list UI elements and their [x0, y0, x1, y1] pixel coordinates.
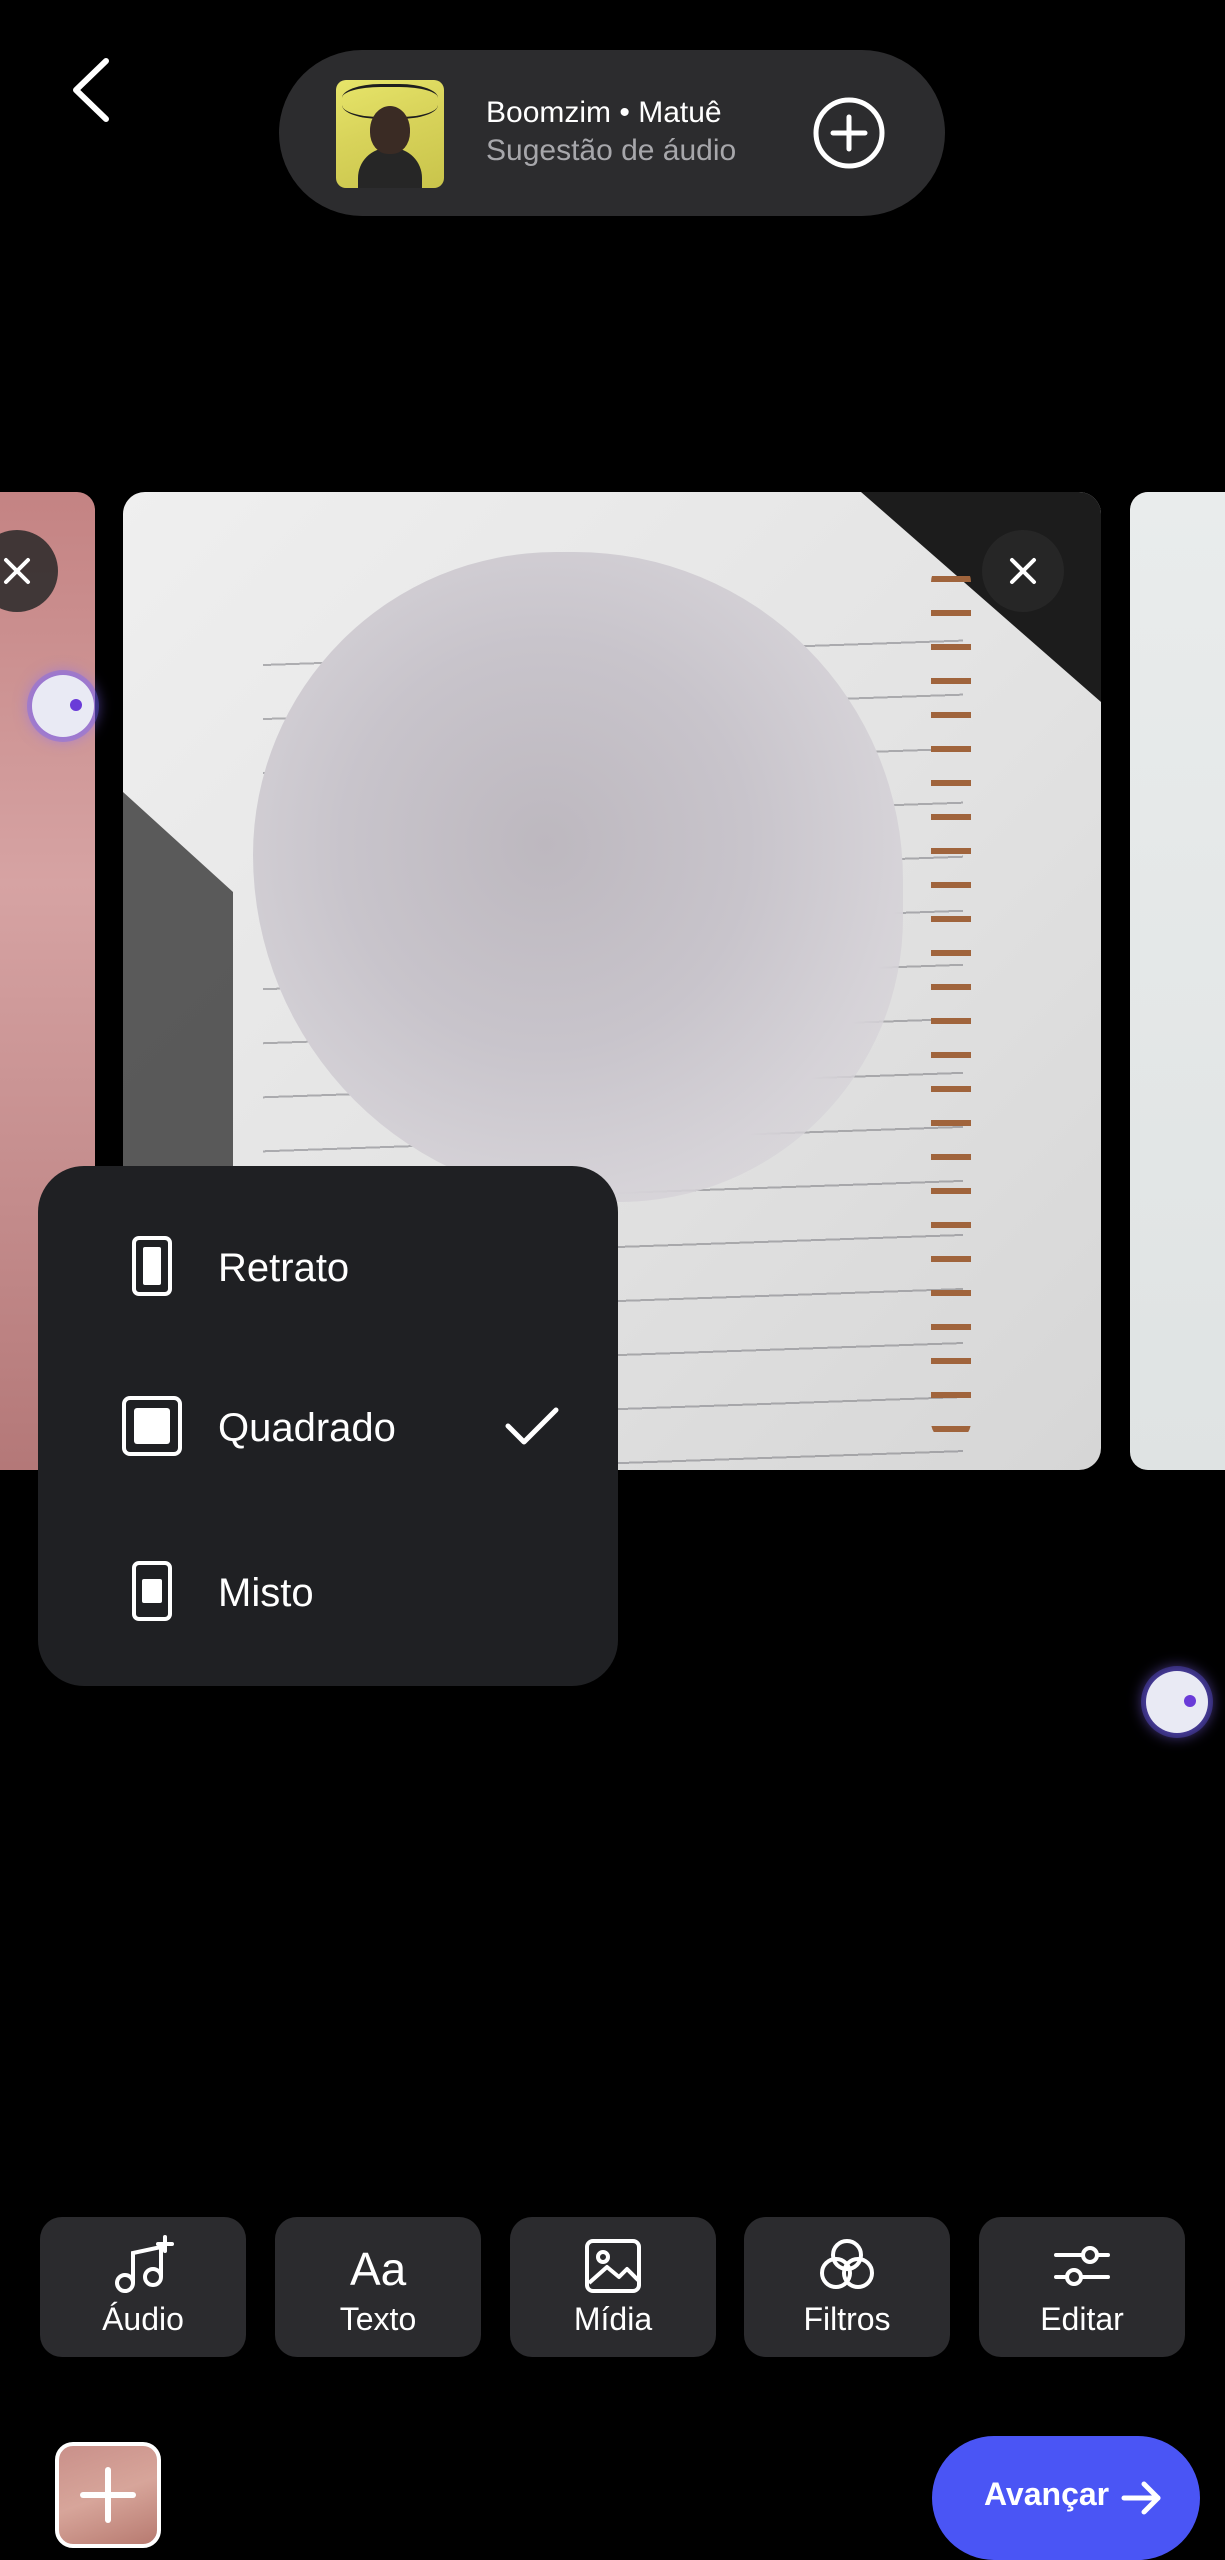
square-icon	[122, 1396, 182, 1456]
floating-assistant-bubble[interactable]	[1146, 1671, 1208, 1733]
media-button[interactable]: Mídia	[510, 2217, 716, 2357]
sliders-icon	[1054, 2246, 1110, 2286]
format-menu: Retrato Quadrado Misto	[38, 1166, 618, 1686]
back-button[interactable]	[60, 50, 120, 130]
next-button[interactable]: Avançar	[932, 2436, 1200, 2560]
album-cover	[336, 80, 444, 188]
audio-suggestion[interactable]: Boomzim • Matuê Sugestão de áudio	[279, 50, 945, 216]
menu-item-label: Retrato	[218, 1246, 350, 1290]
audio-label: Áudio	[102, 2301, 184, 2337]
close-icon	[4, 558, 30, 584]
filters-button[interactable]: Filtros	[744, 2217, 950, 2357]
song-subtitle: Sugestão de áudio	[486, 134, 737, 167]
floating-assistant-bubble[interactable]	[32, 675, 94, 737]
media-label: Mídia	[573, 2301, 653, 2337]
check-icon	[505, 1407, 559, 1445]
add-media-button[interactable]	[55, 2442, 161, 2548]
text-button[interactable]: Aa Texto	[275, 2217, 481, 2357]
song-title: Boomzim • Matuê	[486, 96, 722, 129]
text-icon: Aa	[350, 2243, 407, 2295]
remove-media-button[interactable]	[982, 530, 1064, 612]
menu-item-square[interactable]: Quadrado	[38, 1366, 618, 1486]
mixed-icon	[132, 1561, 172, 1621]
close-icon	[1010, 558, 1036, 584]
svg-text:Aa: Aa	[350, 2243, 407, 2295]
arrow-right-icon	[1121, 2481, 1161, 2515]
media-card-next[interactable]	[1130, 492, 1225, 1470]
filters-icon	[820, 2239, 874, 2289]
plus-circle-icon[interactable]	[811, 95, 887, 171]
text-label: Texto	[339, 2301, 417, 2337]
back-icon	[73, 58, 109, 122]
menu-item-mixed[interactable]: Misto	[38, 1531, 618, 1651]
audio-button[interactable]: Áudio	[40, 2217, 246, 2357]
plus-icon	[80, 2467, 136, 2523]
menu-item-label: Quadrado	[218, 1406, 396, 1450]
menu-item-portrait[interactable]: Retrato	[38, 1206, 618, 1326]
image-icon	[585, 2239, 641, 2293]
menu-item-label: Misto	[218, 1571, 314, 1615]
portrait-icon	[132, 1236, 172, 1296]
edit-label: Editar	[1040, 2301, 1124, 2337]
next-label: Avançar	[984, 2476, 1110, 2512]
filters-label: Filtros	[803, 2301, 891, 2337]
music-add-icon	[115, 2235, 174, 2293]
edit-button[interactable]: Editar	[979, 2217, 1185, 2357]
